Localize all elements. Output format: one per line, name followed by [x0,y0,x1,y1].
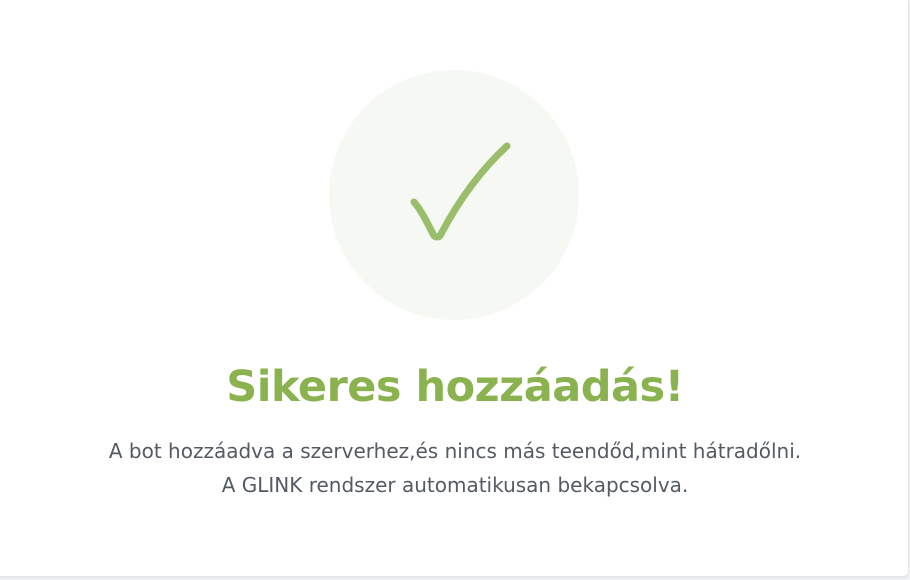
success-title: Sikeres hozzáadás! [226,362,684,412]
success-message: A bot hozzáadva a szerverhez,és nincs má… [0,434,910,502]
success-message-line: A GLINK rendszer automatikusan bekapcsol… [221,473,689,497]
success-icon-circle [329,70,579,320]
success-card: Sikeres hozzáadás! A bot hozzáadva a sze… [0,0,909,577]
checkmark-icon [410,142,511,241]
success-message-line: A bot hozzáadva a szerverhez,és nincs má… [108,439,802,463]
